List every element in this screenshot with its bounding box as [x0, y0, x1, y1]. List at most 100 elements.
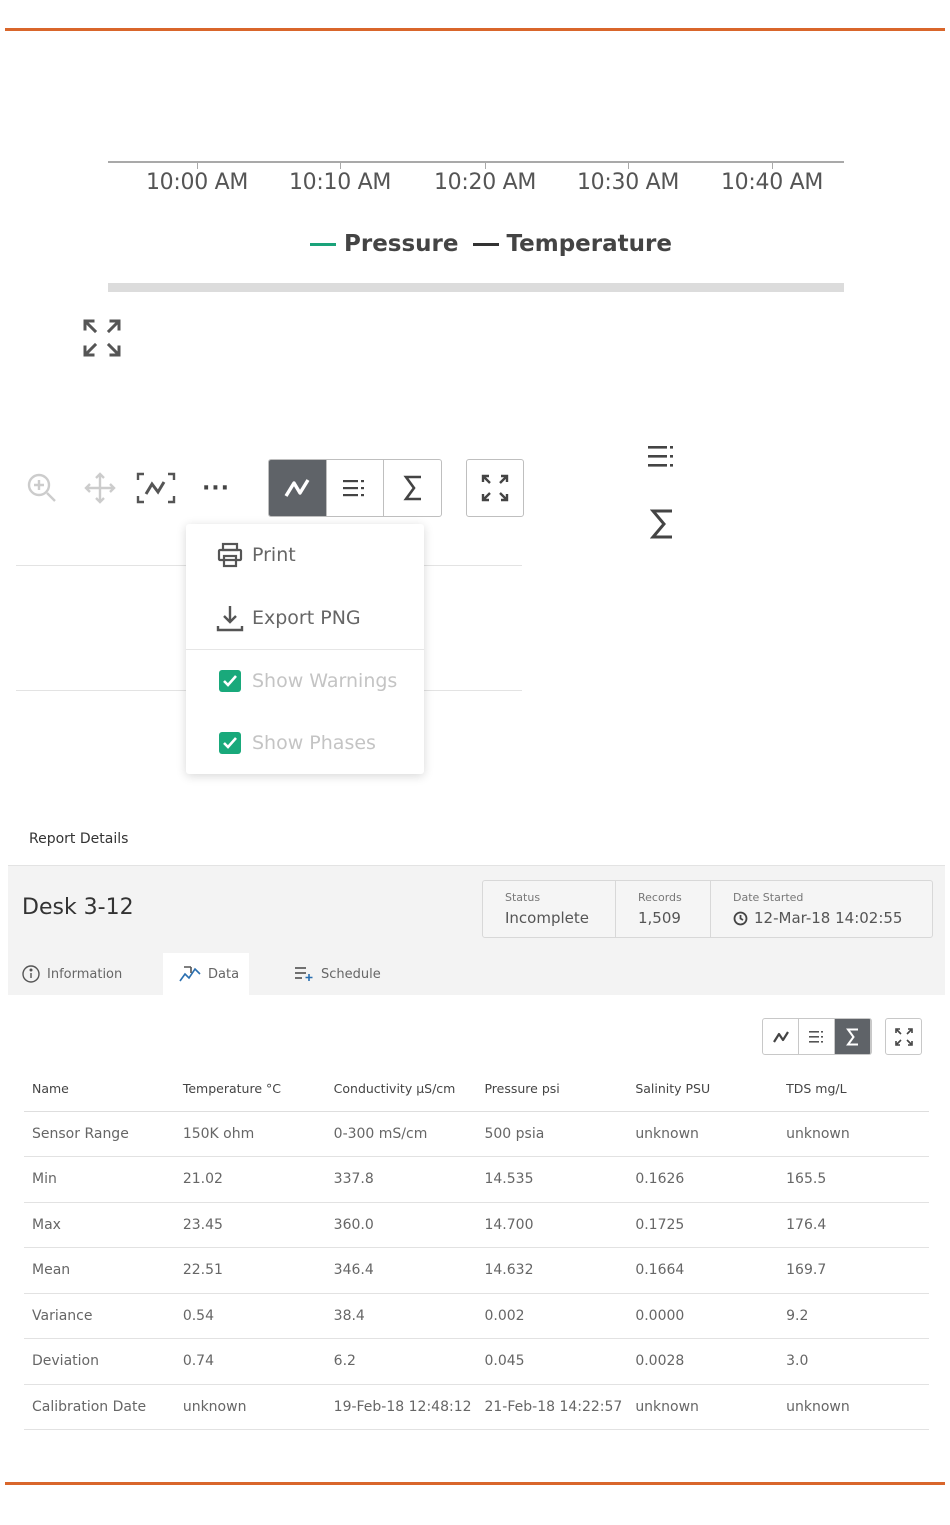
- column-header: Name: [24, 1067, 175, 1112]
- legend-label-pressure: Pressure: [344, 231, 459, 257]
- table-cell: 0.74: [174, 1338, 326, 1385]
- fullscreen-icon[interactable]: [83, 319, 121, 357]
- table-cell: 337.8: [325, 1156, 477, 1203]
- zoom-in-icon[interactable]: [20, 466, 64, 510]
- x-tick-label: 10:00 AM: [145, 170, 249, 195]
- printer-icon: [214, 542, 246, 568]
- table-cell: 23.45: [174, 1202, 326, 1248]
- column-header: Conductivity µS/cm: [325, 1067, 477, 1112]
- menu-label-print: Print: [252, 544, 296, 566]
- table-header-row: Name Temperature °C Conductivity µS/cm P…: [24, 1067, 929, 1112]
- chart-scrollbar[interactable]: [108, 283, 844, 292]
- fullscreen-button[interactable]: [885, 1018, 922, 1055]
- select-zoom-icon[interactable]: [134, 466, 178, 510]
- table-row: Sensor Range 150K ohm 0-300 mS/cm 500 ps…: [24, 1111, 929, 1157]
- table-row: Calibration Date unknown 19-Feb-18 12:48…: [24, 1384, 929, 1430]
- sigma-icon[interactable]: [384, 460, 441, 516]
- tab-data[interactable]: Data: [163, 953, 249, 995]
- table-cell: Calibration Date: [24, 1384, 175, 1430]
- table-cell: Variance: [24, 1293, 175, 1339]
- table-cell: 0.1664: [627, 1247, 779, 1294]
- page-title: Desk 3-12: [22, 895, 134, 920]
- table-row: Max 23.45 360.0 14.700 0.1725 176.4: [24, 1202, 929, 1248]
- table-cell: 346.4: [325, 1247, 477, 1294]
- tab-schedule[interactable]: Schedule: [288, 953, 387, 995]
- sigma-icon[interactable]: [650, 509, 674, 539]
- column-header: Pressure psi: [476, 1067, 628, 1112]
- top-divider: [5, 28, 945, 31]
- report-stats: Status Incomplete Records 1,509 Date Sta…: [482, 880, 933, 938]
- x-tick-label: 10:40 AM: [720, 170, 824, 195]
- table-cell: unknown: [627, 1384, 779, 1430]
- table-cell: Deviation: [24, 1338, 175, 1385]
- x-tick: [772, 161, 773, 169]
- table-row: Deviation 0.74 6.2 0.045 0.0028 3.0: [24, 1338, 929, 1385]
- table-cell: 21-Feb-18 14:22:57: [476, 1384, 628, 1430]
- schedule-add-icon: [295, 967, 313, 981]
- tab-information[interactable]: Information: [12, 953, 132, 995]
- menu-item-show-warnings[interactable]: Show Warnings: [186, 656, 424, 706]
- bottom-divider: [5, 1482, 945, 1485]
- legend-list-icon[interactable]: [327, 460, 385, 516]
- table-cell: 165.5: [778, 1156, 929, 1203]
- data-chart-icon: [179, 966, 201, 982]
- x-tick-label: 10:10 AM: [288, 170, 392, 195]
- section-title: Report Details: [29, 831, 129, 847]
- sigma-icon[interactable]: [835, 1019, 871, 1054]
- table-cell: 21.02: [174, 1156, 326, 1203]
- checkbox-wrapper: [214, 670, 246, 692]
- menu-divider: [186, 649, 424, 650]
- show-warnings-checkbox[interactable]: [219, 670, 241, 692]
- line-chart-icon[interactable]: [269, 460, 327, 516]
- date-started: 12-Mar-18 14:02:55: [733, 909, 932, 927]
- table-row: Min 21.02 337.8 14.535 0.1626 165.5: [24, 1156, 929, 1203]
- menu-label-export-png: Export PNG: [252, 607, 361, 629]
- menu-item-show-phases[interactable]: Show Phases: [186, 718, 424, 768]
- column-header: Temperature °C: [174, 1067, 326, 1112]
- line-chart-icon[interactable]: [763, 1019, 799, 1054]
- fullscreen-button[interactable]: [466, 459, 524, 517]
- table-cell: 19-Feb-18 12:48:12: [325, 1384, 477, 1430]
- stat-label: Records: [638, 891, 682, 904]
- stat-label: Date Started: [733, 891, 804, 904]
- table-cell: Max: [24, 1202, 175, 1248]
- table-cell: 3.0: [778, 1338, 929, 1385]
- legend-swatch-temperature: [472, 242, 499, 246]
- stat-status: Status Incomplete: [483, 881, 616, 937]
- legend-item-pressure[interactable]: Pressure: [310, 231, 459, 257]
- statistics-table: Name Temperature °C Conductivity µS/cm P…: [24, 1067, 929, 1430]
- table-cell: 6.2: [325, 1338, 477, 1385]
- table-cell: unknown: [627, 1111, 779, 1157]
- table-cell: 176.4: [778, 1202, 929, 1248]
- table-cell: 14.535: [476, 1156, 628, 1203]
- menu-label-show-phases: Show Phases: [252, 732, 376, 754]
- table-cell: 0.0028: [627, 1338, 779, 1385]
- tab-label: Data: [208, 966, 240, 982]
- stat-date-started: Date Started 12-Mar-18 14:02:55: [711, 881, 932, 937]
- table-cell: unknown: [778, 1111, 929, 1157]
- pan-icon[interactable]: [78, 466, 122, 510]
- tab-label: Information: [47, 966, 123, 982]
- legend-item-temperature[interactable]: Temperature: [472, 231, 672, 257]
- menu-item-print[interactable]: Print: [186, 530, 424, 580]
- table-cell: Min: [24, 1156, 175, 1203]
- more-icon[interactable]: ···: [194, 466, 238, 510]
- table-row: Variance 0.54 38.4 0.002 0.0000 9.2: [24, 1293, 929, 1339]
- table-cell: 0.045: [476, 1338, 628, 1385]
- fullscreen-icon: [481, 474, 509, 502]
- menu-item-export-png[interactable]: Export PNG: [186, 593, 424, 643]
- legend-swatch-pressure: [310, 242, 336, 246]
- show-phases-checkbox[interactable]: [219, 732, 241, 754]
- records-value: 1,509: [638, 909, 681, 927]
- chart-view-toggle: [268, 459, 442, 517]
- x-tick: [628, 161, 629, 169]
- legend-list-icon[interactable]: [648, 444, 676, 470]
- checkbox-wrapper: [214, 732, 246, 754]
- table-cell: unknown: [778, 1384, 929, 1430]
- tab-label: Schedule: [321, 966, 381, 982]
- x-tick: [340, 161, 341, 169]
- legend-list-icon[interactable]: [799, 1019, 835, 1054]
- fullscreen-icon: [894, 1027, 913, 1046]
- menu-label-show-warnings: Show Warnings: [252, 670, 398, 692]
- table-cell: 0.1626: [627, 1156, 779, 1203]
